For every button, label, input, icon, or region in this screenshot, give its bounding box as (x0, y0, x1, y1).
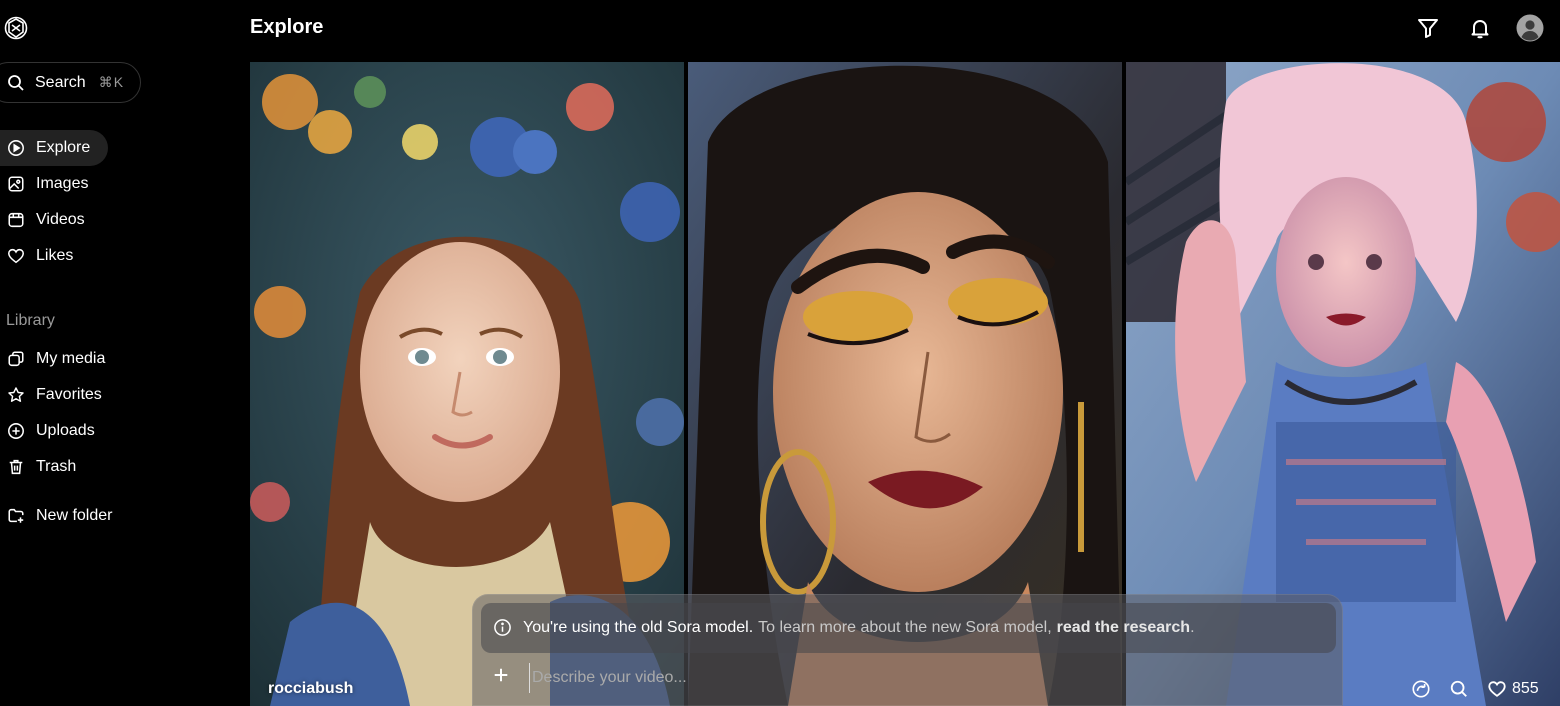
model-notice-banner: You're using the old Sora model. To lear… (481, 603, 1336, 653)
star-icon (6, 385, 26, 405)
sidebar-item-label: My media (36, 350, 106, 367)
folder-plus-icon (6, 506, 26, 526)
sidebar-item-likes[interactable]: Likes (0, 238, 73, 274)
info-icon (493, 618, 513, 638)
filter-icon[interactable] (1414, 14, 1442, 42)
sidebar: Search ⌘K Explore Images Videos Likes Li… (0, 0, 250, 706)
prompt-composer: You're using the old Sora model. To lear… (472, 594, 1343, 706)
feed-item-actions: 855 (1410, 676, 1539, 702)
feed-item-author[interactable]: rocciabush (268, 680, 353, 698)
sidebar-item-my-media[interactable]: My media (0, 341, 105, 377)
sidebar-item-label: Videos (36, 211, 85, 228)
notice-secondary-text: To learn more about the new Sora model, (758, 619, 1052, 636)
sidebar-item-trash[interactable]: Trash (0, 449, 76, 485)
sidebar-item-images[interactable]: Images (0, 166, 88, 202)
remix-icon[interactable] (1410, 678, 1432, 700)
search-shortcut: ⌘K (98, 74, 125, 90)
read-research-link[interactable]: read the research (1057, 619, 1190, 637)
plus-circle-icon (6, 421, 26, 441)
like-count: 855 (1512, 680, 1539, 697)
media-stack-icon (6, 349, 26, 369)
sidebar-item-favorites[interactable]: Favorites (0, 377, 102, 413)
sidebar-item-uploads[interactable]: Uploads (0, 413, 95, 449)
play-circle-icon (6, 138, 26, 158)
notice-primary-text: You're using the old Sora model. (523, 619, 754, 636)
prompt-input[interactable] (529, 663, 1309, 693)
library-heading: Library (6, 312, 55, 329)
sidebar-item-label: Explore (36, 139, 91, 156)
sidebar-item-label: Trash (36, 458, 77, 475)
heart-icon[interactable] (1486, 678, 1508, 700)
trash-icon (6, 457, 26, 477)
search-button[interactable]: Search ⌘K (0, 62, 141, 103)
video-icon (6, 210, 26, 230)
search-icon (7, 74, 25, 92)
page-title: Explore (250, 16, 324, 38)
sidebar-item-videos[interactable]: Videos (0, 202, 85, 238)
new-folder-button[interactable]: New folder (0, 498, 112, 534)
sidebar-item-label: Likes (36, 247, 74, 264)
search-icon[interactable] (1448, 678, 1470, 700)
image-icon (6, 174, 26, 194)
search-label: Search (35, 73, 86, 91)
openai-logo-icon[interactable] (3, 15, 29, 41)
bell-icon[interactable] (1466, 14, 1494, 42)
plus-icon (492, 666, 510, 689)
sidebar-item-label: Favorites (36, 386, 102, 403)
user-avatar-icon[interactable] (1516, 14, 1544, 42)
sidebar-item-label: New folder (36, 507, 113, 524)
sidebar-item-label: Images (36, 175, 89, 192)
notice-period: . (1190, 619, 1195, 636)
heart-icon (6, 246, 26, 266)
sidebar-item-label: Uploads (36, 422, 95, 439)
sidebar-item-explore[interactable]: Explore (0, 130, 108, 166)
add-attachment-button[interactable] (489, 665, 513, 689)
